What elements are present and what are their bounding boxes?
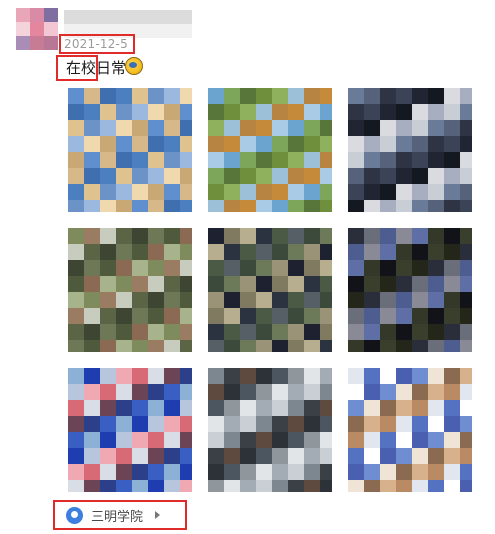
moon-face-icon: [125, 57, 143, 75]
text-highlight-box: [56, 55, 98, 81]
photo-thumbnail[interactable]: [68, 368, 192, 492]
chevron-right-icon: [155, 511, 161, 519]
date-highlight-box: [59, 34, 135, 54]
photo-thumbnail[interactable]: [348, 88, 472, 212]
location-pin-icon: [66, 506, 83, 524]
photo-thumbnail[interactable]: [208, 228, 332, 352]
avatar[interactable]: [16, 8, 58, 50]
location-link[interactable]: 三明学院: [66, 504, 161, 526]
photo-thumbnail[interactable]: [348, 228, 472, 352]
photo-grid: [68, 88, 472, 492]
location-label: 三明学院: [91, 509, 144, 525]
photo-thumbnail[interactable]: [208, 368, 332, 492]
photo-thumbnail[interactable]: [348, 368, 472, 492]
photo-thumbnail[interactable]: [68, 88, 192, 212]
photo-thumbnail[interactable]: [208, 88, 332, 212]
photo-thumbnail[interactable]: [68, 228, 192, 352]
